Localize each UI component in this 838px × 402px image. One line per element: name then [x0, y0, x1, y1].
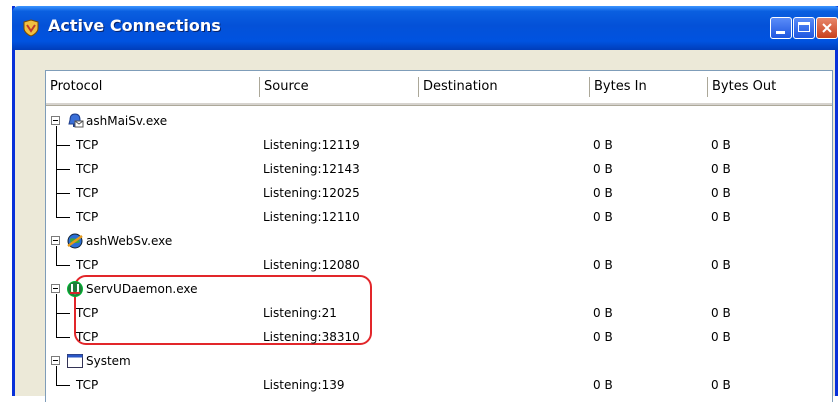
- connection-row[interactable]: TCP Listening:12080 0 B 0 B: [46, 246, 832, 277]
- tree-connector: [56, 169, 70, 170]
- close-icon: [822, 23, 832, 33]
- bytes-in-cell: 0 B: [593, 306, 613, 320]
- tree-connector: [56, 313, 70, 314]
- tree-connector: [56, 246, 57, 265]
- bytes-out-cell: 0 B: [711, 330, 731, 344]
- web-globe-icon: [66, 232, 84, 250]
- bytes-in-cell: 0 B: [593, 210, 613, 224]
- protocol-cell: TCP: [76, 330, 99, 344]
- process-name: ashMaiSv.exe: [86, 114, 168, 128]
- bytes-in-cell: 0 B: [593, 330, 613, 344]
- maximize-icon: [798, 22, 810, 32]
- tree-connector: [56, 265, 70, 266]
- connection-row[interactable]: TCP Listening:38310 0 B 0 B: [46, 325, 832, 349]
- source-cell: Listening:38310: [263, 330, 360, 344]
- tree-group-row[interactable]: ashMaiSv.exe: [46, 109, 832, 133]
- header-divider: [46, 103, 832, 106]
- protocol-cell: TCP: [76, 162, 99, 176]
- source-cell: Listening:12143: [263, 162, 360, 176]
- tree-connector: [56, 385, 70, 386]
- connection-row[interactable]: TCP Listening:21 0 B 0 B: [46, 294, 832, 325]
- bytes-out-cell: 0 B: [711, 162, 731, 176]
- collapse-toggle-icon[interactable]: [51, 356, 60, 365]
- window-title: Active Connections: [48, 16, 221, 35]
- column-protocol[interactable]: Protocol: [46, 71, 258, 103]
- column-destination[interactable]: Destination: [419, 71, 589, 103]
- source-cell: Listening:12025: [263, 186, 360, 200]
- source-cell: Listening:12110: [263, 210, 360, 224]
- tree-group-row[interactable]: ServUDaemon.exe: [46, 277, 832, 301]
- bytes-in-cell: 0 B: [593, 186, 613, 200]
- bytes-out-cell: 0 B: [711, 210, 731, 224]
- column-bytes-out[interactable]: Bytes Out: [708, 71, 832, 103]
- tree-connector: [56, 325, 57, 337]
- minimize-button[interactable]: [770, 17, 792, 39]
- servu-icon: [66, 280, 84, 298]
- column-bytes-in[interactable]: Bytes In: [590, 71, 707, 103]
- protocol-cell: TCP: [76, 138, 99, 152]
- connections-list[interactable]: Protocol Source Destination Bytes In Byt…: [45, 70, 833, 402]
- protocol-cell: TCP: [76, 378, 99, 392]
- bytes-out-cell: 0 B: [711, 306, 731, 320]
- tree-connector: [56, 193, 70, 194]
- source-cell: Listening:12119: [263, 138, 360, 152]
- bytes-in-cell: 0 B: [593, 162, 613, 176]
- protocol-cell: TCP: [76, 186, 99, 200]
- collapse-toggle-icon[interactable]: [51, 116, 60, 125]
- source-cell: Listening:12080: [263, 258, 360, 272]
- bytes-out-cell: 0 B: [711, 186, 731, 200]
- collapse-toggle-icon[interactable]: [51, 284, 60, 293]
- connection-row[interactable]: TCP Listening:12110 0 B 0 B: [46, 205, 832, 229]
- active-connections-window: Active Connections Protocol Source Desti…: [12, 6, 838, 402]
- source-cell: Listening:139: [263, 378, 345, 392]
- bytes-out-cell: 0 B: [711, 138, 731, 152]
- bytes-in-cell: 0 B: [593, 258, 613, 272]
- minimize-icon: [776, 31, 785, 34]
- tree-connector: [56, 217, 70, 218]
- tree-connector: [56, 366, 57, 385]
- title-bar[interactable]: Active Connections: [12, 6, 838, 50]
- tree-connector: [56, 205, 57, 217]
- connection-row[interactable]: TCP Listening:12025 0 B 0 B: [46, 181, 832, 205]
- protocol-cell: TCP: [76, 210, 99, 224]
- tree-group-row[interactable]: ashWebSv.exe: [46, 229, 832, 253]
- bytes-in-cell: 0 B: [593, 138, 613, 152]
- connection-row[interactable]: TCP Listening:12119 0 B 0 B: [46, 126, 832, 157]
- system-window-icon: [66, 352, 84, 370]
- bytes-in-cell: 0 B: [593, 378, 613, 392]
- bytes-out-cell: 0 B: [711, 378, 731, 392]
- connection-row[interactable]: TCP Listening:139 0 B 0 B: [46, 366, 832, 397]
- maximize-button[interactable]: [793, 17, 815, 39]
- mail-bell-icon: [66, 112, 84, 130]
- avast-shield-icon: [23, 19, 39, 37]
- tree-connector: [56, 294, 57, 325]
- column-source[interactable]: Source: [260, 71, 418, 103]
- connection-row[interactable]: TCP Listening:12143 0 B 0 B: [46, 157, 832, 181]
- tree-connector: [56, 126, 57, 157]
- protocol-cell: TCP: [76, 258, 99, 272]
- column-header: Protocol Source Destination Bytes In Byt…: [46, 71, 832, 106]
- protocol-cell: TCP: [76, 306, 99, 320]
- tree-connector: [56, 145, 70, 146]
- source-cell: Listening:21: [263, 306, 337, 320]
- tree-connector: [56, 337, 70, 338]
- collapse-toggle-icon[interactable]: [51, 236, 60, 245]
- close-button[interactable]: [816, 17, 838, 39]
- process-name: System: [86, 354, 131, 368]
- process-name: ashWebSv.exe: [86, 234, 173, 248]
- tree-group-row[interactable]: System: [46, 349, 832, 373]
- bytes-out-cell: 0 B: [711, 258, 731, 272]
- process-name: ServUDaemon.exe: [86, 282, 198, 296]
